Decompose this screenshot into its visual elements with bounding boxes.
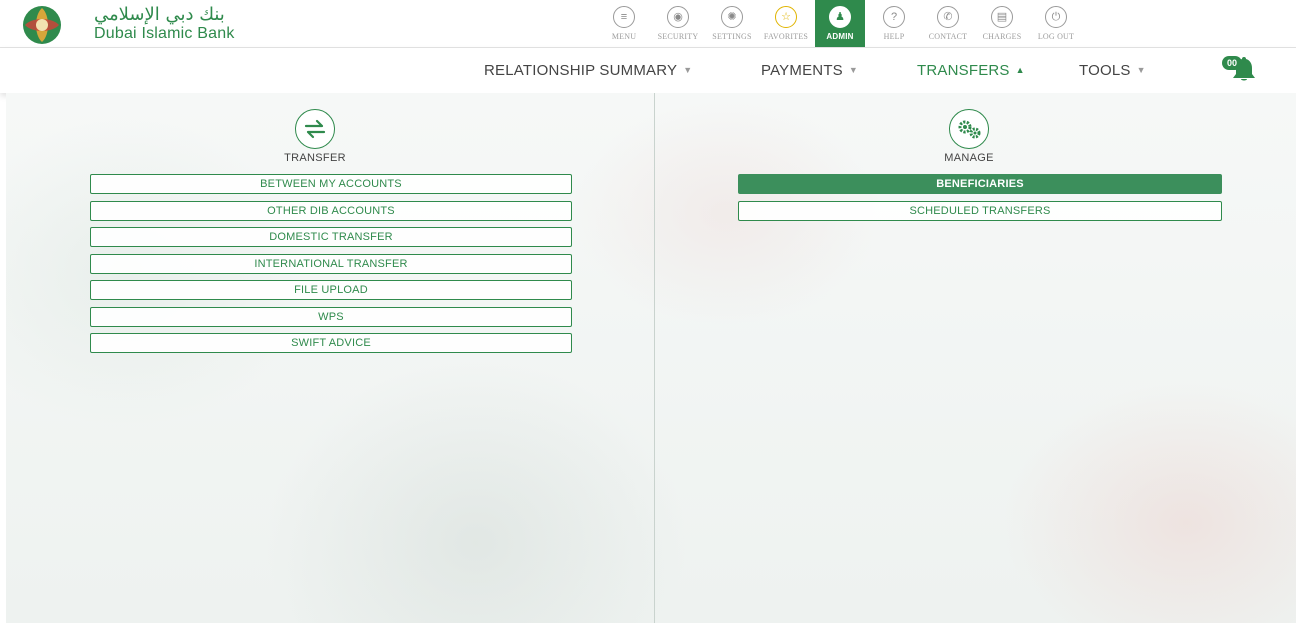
wps-button[interactable]: WPS: [90, 307, 572, 327]
menu-button[interactable]: ≡ MENU: [599, 0, 649, 47]
bank-name-arabic: بنك دبي الإسلامي: [94, 4, 225, 25]
main-nav: RELATIONSHIP SUMMARY ▼ PAYMENTS ▼ TRANSFER…: [0, 48, 1296, 93]
nav-relationship-summary[interactable]: RELATIONSHIP SUMMARY ▼: [484, 62, 692, 79]
logout-label: LOG OUT: [1037, 32, 1075, 41]
top-toolbar: ≡ MENU ◉ SECURITY ✺ SETTINGS ☆ FAVORITES…: [599, 0, 1085, 48]
nav-relationship-summary-label: RELATIONSHIP SUMMARY: [484, 62, 678, 79]
logout-button[interactable]: ⏻ LOG OUT: [1031, 0, 1081, 47]
manage-section-icon: [949, 109, 989, 149]
nav-payments[interactable]: PAYMENTS ▼: [761, 62, 858, 79]
transfer-section-title: TRANSFER: [284, 152, 346, 164]
column-divider: [654, 93, 655, 623]
chevron-down-icon: ▼: [683, 65, 693, 75]
help-label: HELP: [883, 32, 905, 41]
transfer-arrows-icon: [304, 119, 326, 139]
bank-name-english: Dubai Islamic Bank: [94, 25, 235, 42]
security-button[interactable]: ◉ SECURITY: [653, 0, 703, 47]
chevron-down-icon: ▼: [1136, 65, 1146, 75]
help-icon: ?: [883, 6, 905, 28]
favorites-label: FAVORITES: [763, 32, 809, 41]
admin-label: ADMIN: [826, 32, 854, 41]
favorites-button[interactable]: ☆ FAVORITES: [761, 0, 811, 47]
contact-button[interactable]: ✆ CONTACT: [923, 0, 973, 47]
between-my-accounts-button[interactable]: BETWEEN MY ACCOUNTS: [90, 174, 572, 194]
chevron-up-icon: ▲: [1015, 65, 1025, 75]
security-label: SECURITY: [657, 32, 699, 41]
nav-tools-label: TOOLS: [1079, 62, 1131, 79]
scheduled-transfers-button[interactable]: SCHEDULED TRANSFERS: [738, 201, 1222, 221]
transfers-panel: TRANSFER BETWEEN MY ACCOUNTS OTHER DIB A…: [6, 93, 1296, 623]
charges-label: CHARGES: [982, 32, 1022, 41]
top-header: بنك دبي الإسلامي Dubai Islamic Bank ≡ ME…: [0, 0, 1296, 48]
beneficiaries-button[interactable]: BENEFICIARIES: [738, 174, 1222, 194]
gears-icon: [958, 120, 981, 139]
settings-button[interactable]: ✺ SETTINGS: [707, 0, 757, 47]
manage-section-title: MANAGE: [944, 152, 994, 164]
admin-icon: ♟: [829, 6, 851, 28]
settings-label: SETTINGS: [712, 32, 752, 41]
security-icon: ◉: [667, 6, 689, 28]
star-icon: ☆: [775, 6, 797, 28]
charges-icon: ▤: [991, 6, 1013, 28]
transfer-section-icon: [295, 109, 335, 149]
menu-label: MENU: [611, 32, 637, 41]
gear-icon: ✺: [721, 6, 743, 28]
contact-label: CONTACT: [928, 32, 968, 41]
domestic-transfer-button[interactable]: DOMESTIC TRANSFER: [90, 227, 572, 247]
nav-payments-label: PAYMENTS: [761, 62, 843, 79]
admin-button[interactable]: ♟ ADMIN: [815, 0, 865, 47]
notifications-button[interactable]: 00: [1222, 54, 1256, 82]
help-button[interactable]: ? HELP: [869, 0, 919, 47]
other-dib-accounts-button[interactable]: OTHER DIB ACCOUNTS: [90, 201, 572, 221]
file-upload-button[interactable]: FILE UPLOAD: [90, 280, 572, 300]
notification-count-badge: 00: [1222, 56, 1242, 70]
nav-transfers-label: TRANSFERS: [917, 62, 1010, 79]
charges-button[interactable]: ▤ CHARGES: [977, 0, 1027, 47]
menu-icon: ≡: [613, 6, 635, 28]
phone-icon: ✆: [937, 6, 959, 28]
bank-logo[interactable]: [22, 5, 62, 45]
power-icon: ⏻: [1045, 6, 1067, 28]
nav-transfers[interactable]: TRANSFERS ▲: [917, 62, 1025, 79]
chevron-down-icon: ▼: [848, 65, 858, 75]
international-transfer-button[interactable]: INTERNATIONAL TRANSFER: [90, 254, 572, 274]
nav-tools[interactable]: TOOLS ▼: [1079, 62, 1146, 79]
swift-advice-button[interactable]: SWIFT ADVICE: [90, 333, 572, 353]
